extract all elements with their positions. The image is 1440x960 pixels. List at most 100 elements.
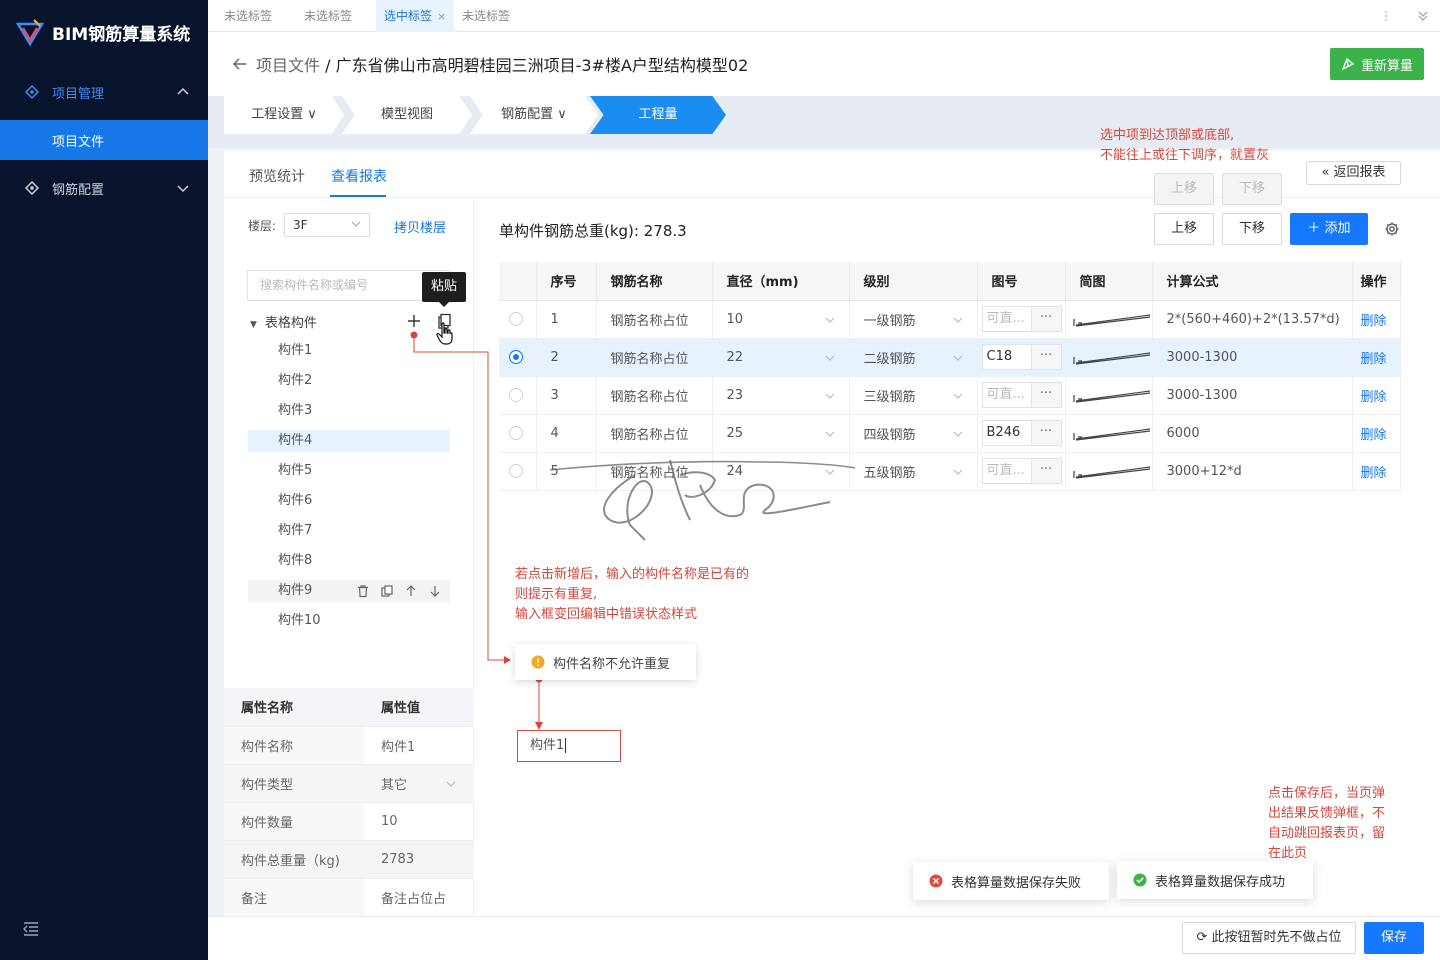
figure-value[interactable]: 可直... bbox=[983, 459, 1031, 483]
move-down-button-disabled[interactable]: 下移 bbox=[1222, 173, 1282, 205]
menu-collapse-icon[interactable] bbox=[22, 920, 40, 938]
more-button[interactable]: ··· bbox=[1030, 421, 1061, 445]
delete-link[interactable]: 删除 bbox=[1361, 314, 1387, 329]
floor-select[interactable]: 3F bbox=[284, 213, 370, 237]
close-icon[interactable]: × bbox=[437, 10, 446, 23]
more-button[interactable]: ··· bbox=[1030, 459, 1061, 483]
tree-item[interactable]: 构件6 bbox=[248, 490, 450, 512]
tab-view-report[interactable]: 查看报表 bbox=[331, 166, 387, 186]
cell-grade-select[interactable]: 三级钢筋 bbox=[849, 376, 978, 415]
save-button[interactable]: 保存 bbox=[1364, 922, 1424, 954]
cell-grade-select[interactable]: 四级钢筋 bbox=[849, 414, 978, 453]
row-radio[interactable] bbox=[509, 426, 523, 440]
cell-name[interactable]: 钢筋名称占位 bbox=[596, 338, 713, 377]
add-button[interactable]: ＋ 添加 bbox=[1290, 213, 1368, 245]
row-select-cell[interactable] bbox=[499, 376, 537, 415]
tab-unselected[interactable]: 未选标签 bbox=[208, 0, 288, 32]
attr-value[interactable]: 2783 bbox=[364, 840, 474, 879]
step-quantity[interactable]: 工程量 bbox=[590, 96, 726, 134]
sidebar-item-project-files[interactable]: 项目文件 bbox=[0, 120, 208, 160]
row-select-cell[interactable] bbox=[499, 414, 537, 453]
cell-grade-select[interactable]: 五级钢筋 bbox=[849, 452, 978, 491]
sidebar-item-rebar-config[interactable]: 钢筋配置 bbox=[0, 168, 208, 208]
figure-picker[interactable]: B246 ··· bbox=[981, 420, 1062, 446]
more-button[interactable]: ··· bbox=[1030, 345, 1061, 369]
figure-picker[interactable]: 可直... ··· bbox=[981, 306, 1062, 332]
cell-grade-select[interactable]: 一级钢筋 bbox=[849, 300, 978, 339]
row-select-cell[interactable] bbox=[499, 338, 537, 377]
figure-value[interactable]: 可直... bbox=[983, 307, 1031, 331]
tree-item[interactable]: 构件5 bbox=[248, 460, 450, 482]
figure-picker[interactable]: C18 ··· bbox=[981, 344, 1062, 370]
cell-formula[interactable]: 3000-1300 bbox=[1152, 338, 1353, 377]
plus-icon[interactable] bbox=[406, 313, 422, 329]
cell-diameter-select[interactable]: 10 bbox=[712, 300, 850, 339]
tab-preview-stats[interactable]: 预览统计 bbox=[249, 166, 305, 186]
attr-value[interactable]: 10 bbox=[364, 802, 474, 841]
tab-unselected[interactable]: 未选标签 bbox=[454, 0, 518, 32]
row-radio[interactable] bbox=[509, 312, 523, 326]
back-to-report-button[interactable]: « 返回报表 bbox=[1306, 161, 1401, 185]
copy-icon[interactable] bbox=[380, 584, 394, 598]
cell-formula[interactable]: 3000-1300 bbox=[1152, 376, 1353, 415]
search-input[interactable]: 搜索构件名称或编号 bbox=[247, 270, 450, 301]
figure-value[interactable]: C18 bbox=[983, 345, 1031, 369]
tree-item[interactable]: 构件10 bbox=[248, 610, 450, 632]
delete-link[interactable]: 删除 bbox=[1361, 466, 1387, 481]
move-up-button-disabled[interactable]: 上移 bbox=[1154, 173, 1214, 205]
trash-icon[interactable] bbox=[356, 584, 370, 598]
more-vertical-icon[interactable] bbox=[1380, 9, 1392, 23]
back-arrow-icon[interactable] bbox=[232, 56, 248, 72]
row-radio[interactable] bbox=[509, 388, 523, 402]
arrow-down-icon[interactable] bbox=[428, 584, 442, 598]
breadcrumb-parent[interactable]: 项目文件 bbox=[256, 56, 320, 75]
sidebar-item-project-management[interactable]: 项目管理 bbox=[0, 72, 208, 112]
tab-unselected[interactable]: 未选标签 bbox=[288, 0, 368, 32]
figure-value[interactable]: 可直... bbox=[983, 383, 1031, 407]
tree-item[interactable]: 构件8 bbox=[248, 550, 450, 572]
gear-icon[interactable] bbox=[1384, 221, 1400, 237]
more-button[interactable]: ··· bbox=[1030, 383, 1061, 407]
tree-item[interactable]: 构件3 bbox=[248, 400, 450, 422]
tree-item[interactable]: 构件4 bbox=[248, 430, 450, 452]
arrow-up-icon[interactable] bbox=[404, 584, 418, 598]
tree-item[interactable]: 构件2 bbox=[248, 370, 450, 392]
step-model-view[interactable]: 模型视图 bbox=[342, 96, 472, 134]
step-project-settings[interactable]: 工程设置 ∨ bbox=[224, 96, 344, 134]
recalculate-button[interactable]: 重新算量 bbox=[1330, 48, 1424, 80]
cell-formula[interactable]: 3000+12*d bbox=[1152, 452, 1353, 491]
step-rebar-config[interactable]: 钢筋配置 ∨ bbox=[470, 96, 598, 134]
attr-value[interactable]: 备注占位占 bbox=[364, 878, 474, 917]
figure-picker[interactable]: 可直... ··· bbox=[981, 458, 1062, 484]
figure-value[interactable]: B246 bbox=[983, 421, 1031, 445]
tree-item[interactable]: 构件7 bbox=[248, 520, 450, 542]
cell-name[interactable]: 钢筋名称占位 bbox=[596, 300, 713, 339]
more-button[interactable]: ··· bbox=[1030, 307, 1061, 331]
delete-link[interactable]: 删除 bbox=[1361, 352, 1387, 367]
tree-item[interactable]: 构件1 bbox=[248, 340, 450, 362]
row-radio[interactable] bbox=[509, 350, 523, 364]
attr-value-select[interactable]: 其它 bbox=[364, 764, 474, 803]
cell-formula[interactable]: 6000 bbox=[1152, 414, 1353, 453]
table-row[interactable]: 1 钢筋名称占位 10 一级钢筋 可直... ··· 2*(560+460)+2*(13.5… bbox=[499, 300, 1401, 339]
attr-value[interactable]: 构件1 bbox=[364, 726, 474, 765]
cell-formula[interactable]: 2*(560+460)+2*(13.57*d) bbox=[1152, 300, 1353, 339]
figure-picker[interactable]: 可直... ··· bbox=[981, 382, 1062, 408]
cell-diameter-select[interactable]: 22 bbox=[712, 338, 850, 377]
table-row[interactable]: 3 钢筋名称占位 23 三级钢筋 可直... ··· 3000-1300 删除 bbox=[499, 376, 1401, 415]
move-up-button[interactable]: 上移 bbox=[1154, 213, 1214, 245]
cell-diameter-select[interactable]: 23 bbox=[712, 376, 850, 415]
delete-link[interactable]: 删除 bbox=[1361, 390, 1387, 405]
delete-link[interactable]: 删除 bbox=[1361, 428, 1387, 443]
tab-selected[interactable]: 选中标签 × bbox=[376, 0, 455, 32]
tree-item[interactable]: 构件9 bbox=[248, 580, 450, 602]
tree-root[interactable]: ▼ 表格构件 bbox=[250, 312, 317, 331]
row-select-cell[interactable] bbox=[499, 452, 537, 491]
row-radio[interactable] bbox=[509, 464, 523, 478]
cell-name[interactable]: 钢筋名称占位 bbox=[596, 376, 713, 415]
component-name-input-error[interactable]: 构件1​ bbox=[517, 730, 621, 762]
move-down-button[interactable]: 下移 bbox=[1222, 213, 1282, 245]
row-select-cell[interactable] bbox=[499, 300, 537, 339]
copy-floor-link[interactable]: 拷贝楼层 bbox=[394, 217, 446, 236]
table-row[interactable]: 2 钢筋名称占位 22 二级钢筋 C18 ··· 3000-1300 删除 bbox=[499, 338, 1401, 377]
